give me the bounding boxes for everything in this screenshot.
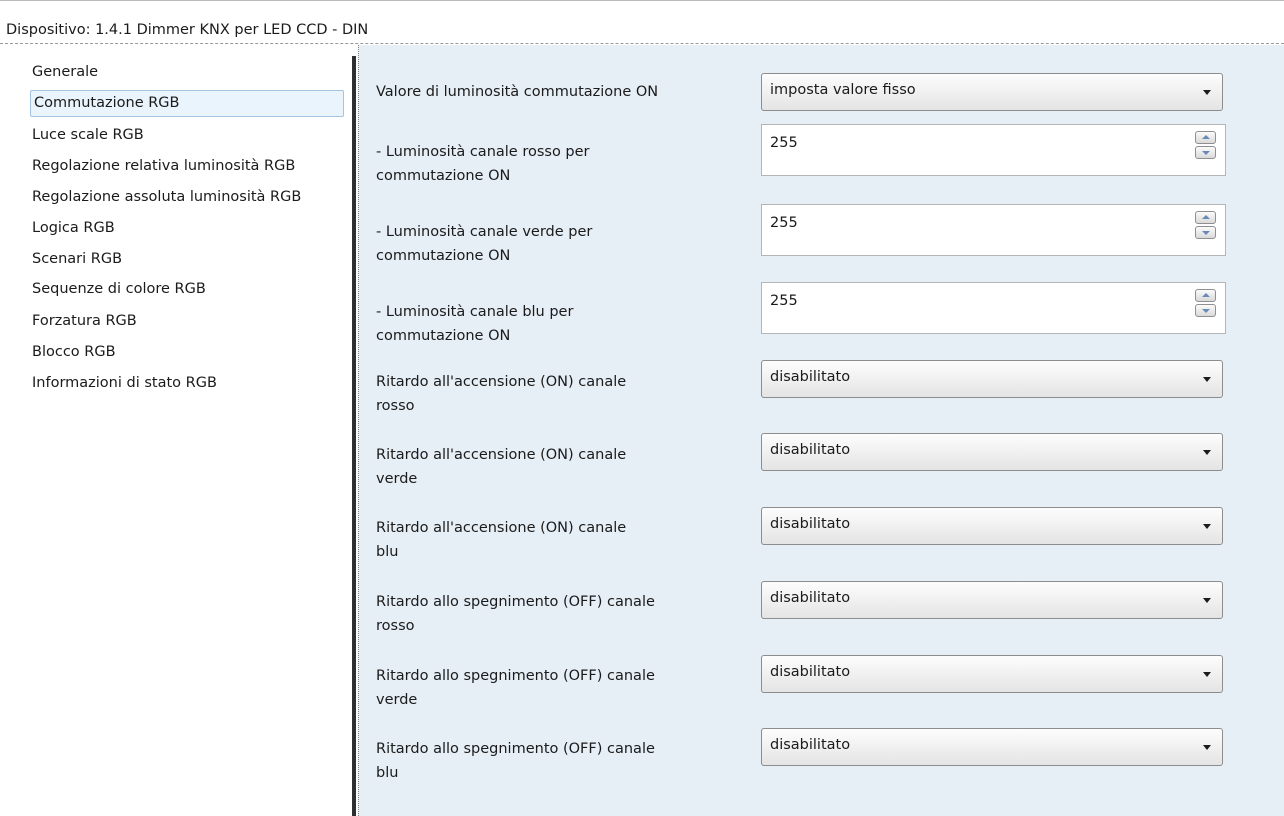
spin-down-icon bbox=[1202, 231, 1210, 235]
param-label-line: rosso bbox=[376, 618, 415, 634]
blue-brightness-spinbox bbox=[761, 282, 1226, 334]
sidebar-item-sequenze-colore-rgb[interactable]: Sequenze di colore RGB bbox=[29, 277, 206, 302]
param-label-delay-off-blue: Ritardo allo spegnimento (OFF) canale bl… bbox=[376, 737, 736, 785]
param-label-line: Ritardo all'accensione (ON) canale bbox=[376, 447, 627, 463]
param-label-line: Ritardo all'accensione (ON) canale bbox=[376, 374, 627, 390]
chevron-down-icon bbox=[1203, 524, 1211, 529]
sidebar-item-generale[interactable]: Generale bbox=[29, 60, 98, 85]
param-label-line: Ritardo all'accensione (ON) canale bbox=[376, 520, 627, 536]
chevron-down-icon bbox=[1203, 377, 1211, 382]
spin-up-icon bbox=[1202, 215, 1210, 219]
param-label-line: verde bbox=[376, 471, 418, 487]
dropdown-value: disabilitato bbox=[770, 737, 851, 753]
chevron-down-icon bbox=[1203, 90, 1211, 95]
title-bar: Dispositivo: 1.4.1 Dimmer KNX per LED CC… bbox=[0, 0, 1284, 44]
param-label-delay-on-green: Ritardo all'accensione (ON) canale verde bbox=[376, 443, 736, 491]
dropdown-value: disabilitato bbox=[770, 516, 851, 532]
param-label-line: - Luminosità canale rosso per bbox=[376, 144, 590, 160]
dropdown-value: imposta valore fisso bbox=[770, 82, 916, 98]
param-label-line: Valore di luminosità commutazione ON bbox=[376, 84, 659, 100]
param-label-delay-off-green: Ritardo allo spegnimento (OFF) canale ve… bbox=[376, 664, 736, 712]
brightness-on-dropdown[interactable]: imposta valore fisso bbox=[761, 73, 1223, 111]
spin-down-icon bbox=[1202, 151, 1210, 155]
dropdown-value: disabilitato bbox=[770, 590, 851, 606]
sidebar-item-informazioni-stato-rgb[interactable]: Informazioni di stato RGB bbox=[29, 371, 217, 396]
sidebar-item-regolazione-relativa[interactable]: Regolazione relativa luminosità RGB bbox=[29, 154, 295, 179]
delay-on-red-dropdown[interactable]: disabilitato bbox=[761, 360, 1223, 398]
param-label-brightness-on: Valore di luminosità commutazione ON bbox=[376, 80, 736, 104]
param-label-line: - Luminosità canale blu per bbox=[376, 304, 574, 320]
delay-off-green-dropdown[interactable]: disabilitato bbox=[761, 655, 1223, 693]
param-label-line: rosso bbox=[376, 398, 415, 414]
sidebar-item-blocco-rgb[interactable]: Blocco RGB bbox=[29, 340, 116, 365]
param-label-line: blu bbox=[376, 544, 399, 560]
param-label-delay-on-blue: Ritardo all'accensione (ON) canale blu bbox=[376, 516, 736, 564]
blue-brightness-input[interactable] bbox=[770, 293, 1150, 309]
device-title: Dispositivo: 1.4.1 Dimmer KNX per LED CC… bbox=[6, 22, 369, 38]
green-brightness-input[interactable] bbox=[770, 215, 1150, 231]
chevron-down-icon bbox=[1203, 450, 1211, 455]
sidebar-item-logica-rgb[interactable]: Logica RGB bbox=[29, 216, 115, 241]
param-label-line: Ritardo allo spegnimento (OFF) canale bbox=[376, 594, 655, 610]
sidebar-item-scenari-rgb[interactable]: Scenari RGB bbox=[29, 247, 122, 272]
green-brightness-spinbox bbox=[761, 204, 1226, 256]
chevron-down-icon bbox=[1203, 745, 1211, 750]
spin-down-icon bbox=[1202, 309, 1210, 313]
chevron-down-icon bbox=[1203, 672, 1211, 677]
chevron-down-icon bbox=[1203, 598, 1211, 603]
spin-down-button[interactable] bbox=[1195, 304, 1216, 317]
param-label-line: commutazione ON bbox=[376, 248, 511, 264]
spin-up-icon bbox=[1202, 293, 1210, 297]
red-brightness-input[interactable] bbox=[770, 135, 1150, 151]
delay-on-green-dropdown[interactable]: disabilitato bbox=[761, 433, 1223, 471]
delay-on-blue-dropdown[interactable]: disabilitato bbox=[761, 507, 1223, 545]
dropdown-value: disabilitato bbox=[770, 442, 851, 458]
param-label-line: verde bbox=[376, 692, 418, 708]
pane-splitter[interactable] bbox=[352, 56, 356, 816]
param-label-red-on: - Luminosità canale rosso per commutazio… bbox=[376, 140, 736, 188]
param-label-line: Ritardo allo spegnimento (OFF) canale bbox=[376, 668, 655, 684]
param-label-blue-on: - Luminosità canale blu per commutazione… bbox=[376, 300, 736, 348]
dropdown-value: disabilitato bbox=[770, 369, 851, 385]
param-label-delay-on-red: Ritardo all'accensione (ON) canale rosso bbox=[376, 370, 736, 418]
spin-up-button[interactable] bbox=[1195, 211, 1216, 224]
delay-off-blue-dropdown[interactable]: disabilitato bbox=[761, 728, 1223, 766]
sidebar-item-regolazione-assoluta[interactable]: Regolazione assoluta luminosità RGB bbox=[29, 185, 301, 210]
sidebar-item-forzatura-rgb[interactable]: Forzatura RGB bbox=[29, 309, 137, 334]
spin-down-button[interactable] bbox=[1195, 146, 1216, 159]
param-label-line: - Luminosità canale verde per bbox=[376, 224, 593, 240]
param-label-line: blu bbox=[376, 765, 399, 781]
sidebar-item-luce-scale-rgb[interactable]: Luce scale RGB bbox=[29, 123, 144, 148]
param-label-line: commutazione ON bbox=[376, 328, 511, 344]
spin-up-button[interactable] bbox=[1195, 289, 1216, 302]
spin-up-icon bbox=[1202, 135, 1210, 139]
red-brightness-spinbox bbox=[761, 124, 1226, 176]
spin-down-button[interactable] bbox=[1195, 226, 1216, 239]
dropdown-value: disabilitato bbox=[770, 664, 851, 680]
sidebar-item-commutazione-rgb[interactable]: Commutazione RGB bbox=[30, 90, 344, 117]
delay-off-red-dropdown[interactable]: disabilitato bbox=[761, 581, 1223, 619]
sidebar: Generale Commutazione RGB Luce scale RGB… bbox=[0, 44, 352, 816]
param-label-line: commutazione ON bbox=[376, 168, 511, 184]
param-label-line: Ritardo allo spegnimento (OFF) canale bbox=[376, 741, 655, 757]
param-label-delay-off-red: Ritardo allo spegnimento (OFF) canale ro… bbox=[376, 590, 736, 638]
spin-up-button[interactable] bbox=[1195, 131, 1216, 144]
param-label-green-on: - Luminosità canale verde per commutazio… bbox=[376, 220, 736, 268]
